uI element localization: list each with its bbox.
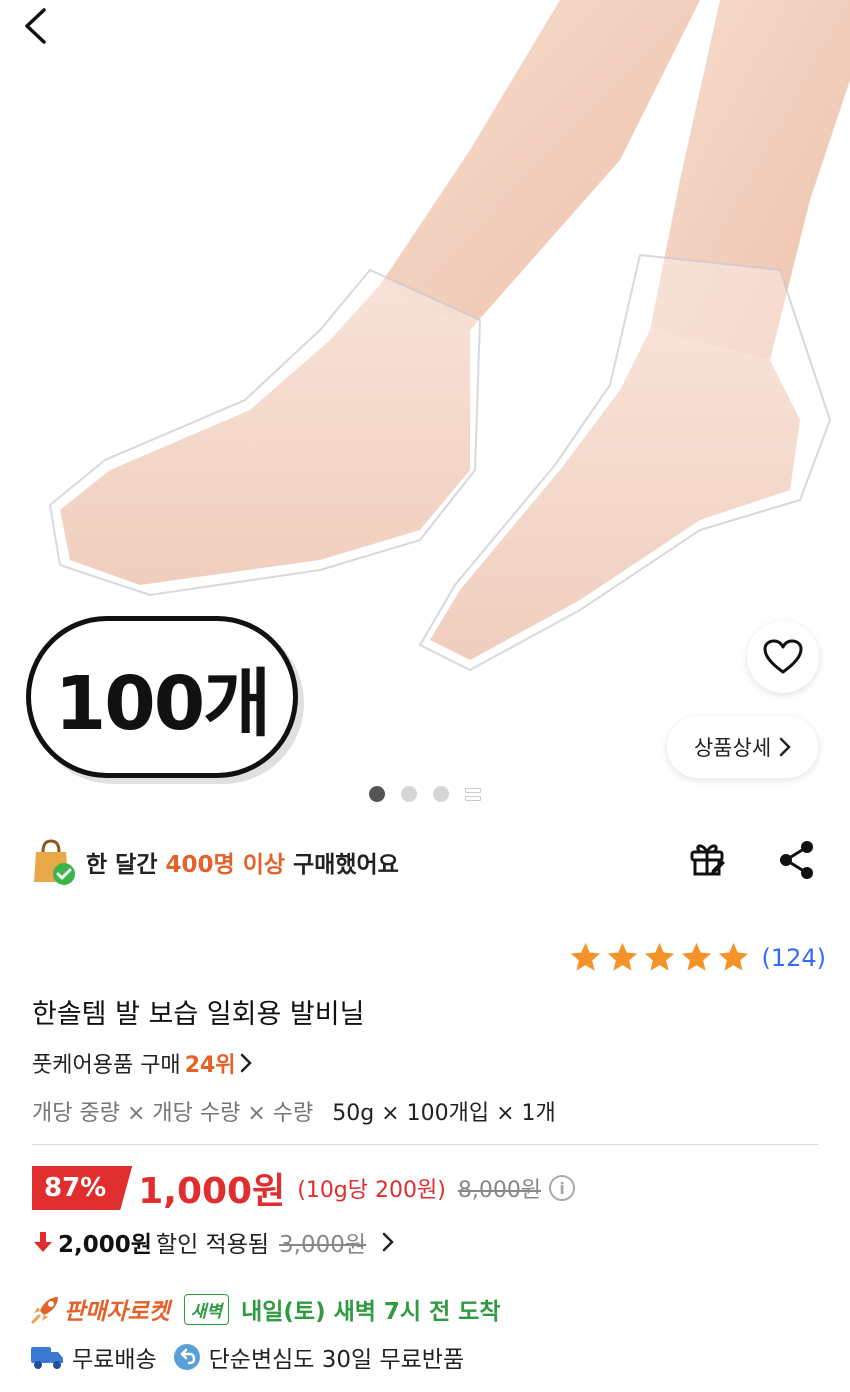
star-icon <box>571 942 601 971</box>
arrival-text: 내일(토) 새벽 7시 전 도착 <box>241 1299 501 1325</box>
chevron-right-icon <box>382 1232 394 1252</box>
original-price: 8,000원 <box>457 1178 542 1203</box>
price-row: 87% 1,000원 (10g당 200원) 8,000원 i <box>32 1163 576 1213</box>
unit-price: (10g당 200원) <box>297 1178 446 1203</box>
product-detail-label: 상품상세 <box>693 736 772 760</box>
truck-icon <box>31 1347 63 1369</box>
seller-rocket-label: 판매자로켓 <box>64 1299 170 1325</box>
free-shipping-label: 무료배송 <box>72 1347 157 1373</box>
heart-icon <box>763 639 803 674</box>
shopping-bag-check-icon <box>32 838 76 886</box>
rocket-icon <box>31 1297 58 1324</box>
quantity-badge: 100개 <box>26 616 298 778</box>
return-icon <box>173 1344 200 1370</box>
carousel-dot[interactable] <box>433 786 449 802</box>
review-count[interactable]: (124) <box>761 944 826 972</box>
chevron-right-icon <box>240 1053 252 1073</box>
dawn-delivery-badge: 새벽 <box>183 1293 230 1325</box>
share-icon <box>780 841 813 879</box>
chevron-right-icon <box>779 737 791 757</box>
wishlist-button[interactable] <box>747 621 819 693</box>
purchase-stat-row: 한 달간 400명 이상 구매했어요 <box>32 836 822 888</box>
rank-value: 24위 <box>184 1053 236 1078</box>
back-button[interactable] <box>22 4 72 48</box>
info-icon[interactable]: i <box>549 1175 576 1201</box>
spec-label: 개당 중량 × 개당 수량 × 수량 <box>32 1101 314 1126</box>
coupon-discount-row[interactable]: 2,000원 할인 적용됨 3,000원 <box>32 1222 394 1262</box>
chevron-left-icon <box>25 8 46 44</box>
sale-price: 1,000원 <box>138 1171 286 1212</box>
purchase-stat-prefix: 한 달간 <box>86 852 158 878</box>
star-icon <box>645 942 675 971</box>
shipping-return-row: 무료배송 단순변심도 30일 무료반품 <box>30 1338 464 1376</box>
carousel-all-icon[interactable] <box>465 786 481 802</box>
star-icon <box>682 942 712 971</box>
coupon-amount: 2,000원 <box>58 1232 152 1258</box>
star-icon <box>719 942 749 971</box>
arrow-down-icon <box>34 1232 52 1252</box>
rating-summary[interactable]: (124) <box>568 940 826 975</box>
purchase-stat-text: 한 달간 400명 이상 구매했어요 <box>86 845 399 879</box>
product-spec: 개당 중량 × 개당 수량 × 수량 50g × 100개입 × 1개 <box>32 1095 556 1127</box>
category-rank-link[interactable]: 풋케어용품 구매 24위 <box>32 1047 252 1079</box>
purchase-stat-highlight: 400명 이상 <box>165 852 286 878</box>
gift-icon <box>690 844 725 876</box>
rank-label: 풋케어용품 구매 <box>32 1053 181 1078</box>
gift-button[interactable] <box>688 838 728 882</box>
spec-value: 50g × 100개입 × 1개 <box>332 1101 556 1126</box>
product-image-carousel[interactable]: 100개 상품상세 <box>0 0 850 810</box>
discount-rate-badge: 87% <box>32 1166 133 1210</box>
carousel-indicator[interactable] <box>369 786 481 802</box>
product-title: 한솔템 발 보습 일회용 발비닐 <box>32 999 365 1030</box>
star-icon <box>608 942 638 971</box>
purchase-stat-suffix: 구매했어요 <box>293 852 399 878</box>
carousel-dot[interactable] <box>401 786 417 802</box>
product-detail-button[interactable]: 상품상세 <box>667 716 818 778</box>
quantity-badge-text: 100개 <box>54 660 272 747</box>
carousel-dot-active[interactable] <box>369 786 385 802</box>
divider <box>32 1144 818 1145</box>
coupon-before-price: 3,000원 <box>279 1232 367 1258</box>
free-return-label: 단순변심도 30일 무료반품 <box>208 1347 465 1373</box>
coupon-text: 할인 적용됨 <box>155 1232 270 1258</box>
share-button[interactable] <box>778 840 816 884</box>
delivery-row: 판매자로켓 새벽 내일(토) 새벽 7시 전 도착 <box>30 1290 501 1328</box>
